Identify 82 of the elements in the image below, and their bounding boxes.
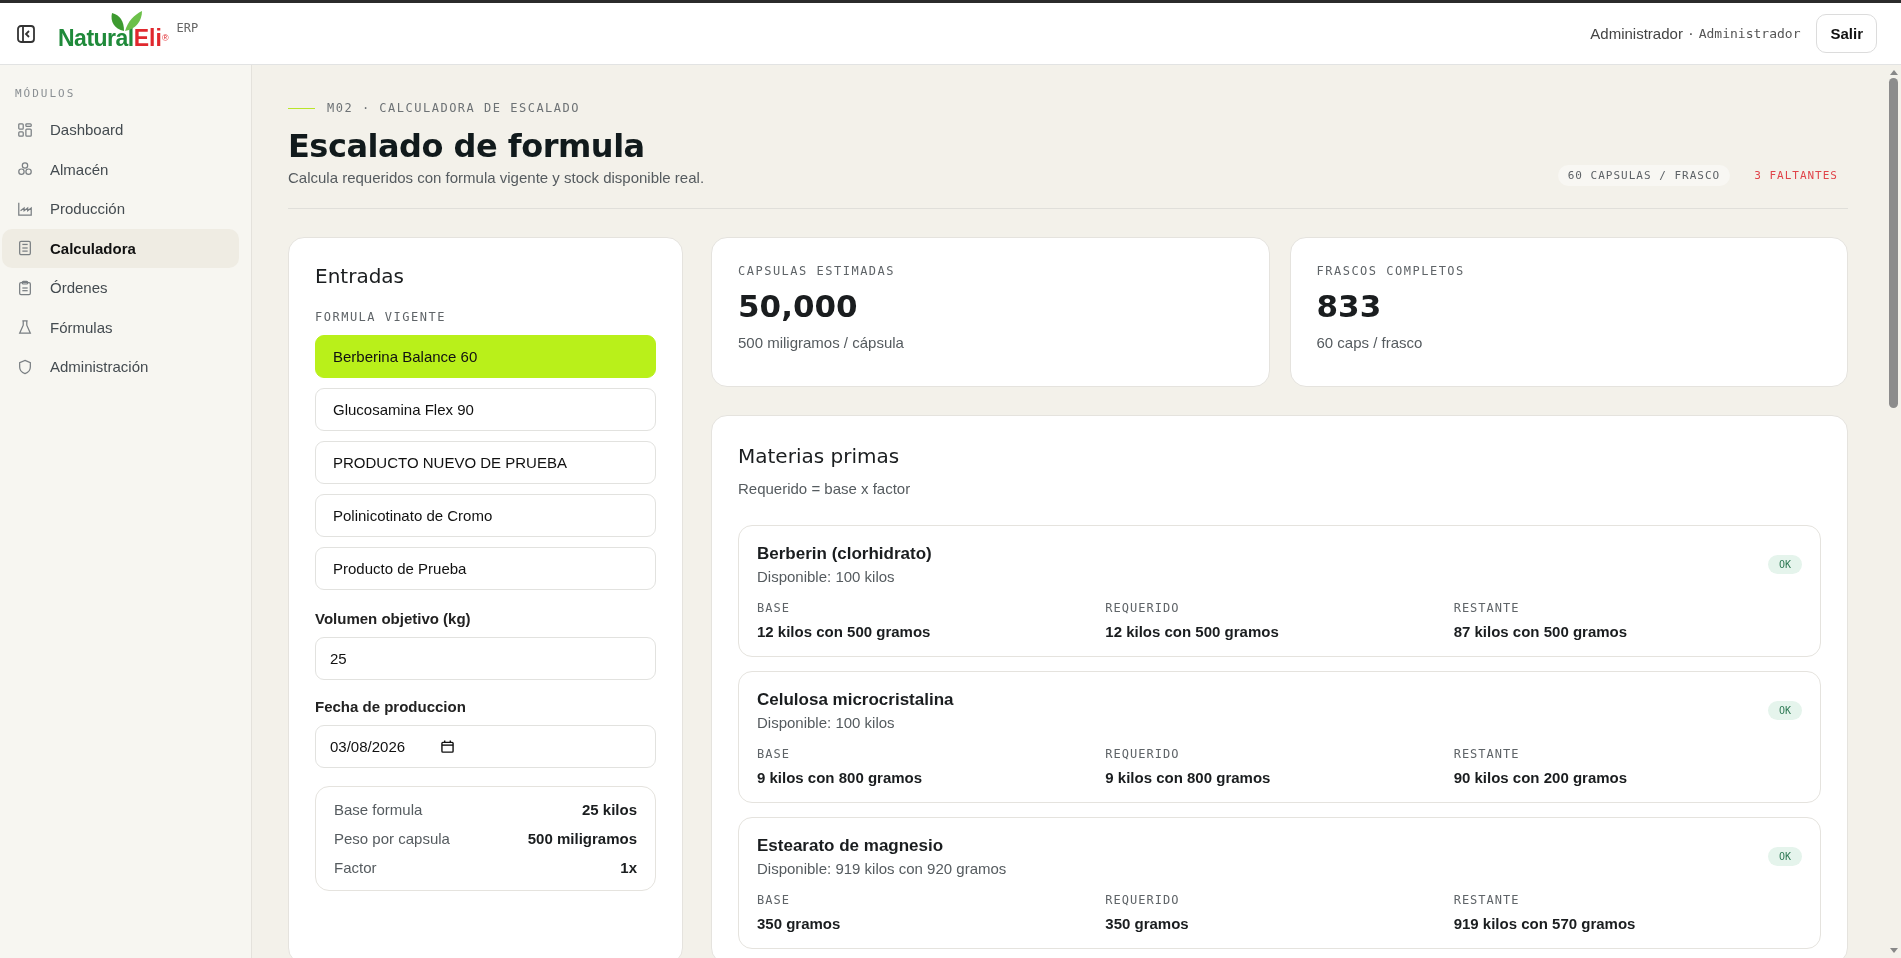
nav-item[interactable]: Almacén: [2, 149, 239, 189]
user-role: Administrador: [1698, 26, 1801, 41]
column-value: 12 kilos con 500 gramos: [1105, 623, 1280, 640]
info-tag: 60 CAPSULAS / FRASCO: [1557, 165, 1731, 186]
summary-label: Peso por capsula: [334, 830, 450, 847]
nav-item[interactable]: Órdenes: [2, 268, 239, 308]
boxes-icon: [17, 161, 33, 178]
material-name: Estearato de magnesio: [757, 836, 945, 856]
column-label: RESTANTE: [1453, 747, 1521, 761]
column-value: 9 kilos con 800 gramos: [757, 769, 924, 786]
nav-item[interactable]: Producción: [2, 189, 239, 229]
column-value: 90 kilos con 200 gramos: [1453, 769, 1629, 786]
status-badge: OK: [1767, 555, 1802, 574]
column-value: 350 gramos: [1105, 915, 1190, 932]
grid-icon: [17, 121, 33, 138]
column-value: 9 kilos con 800 gramos: [1105, 769, 1272, 786]
nav-item[interactable]: Administración: [2, 347, 239, 387]
column-label: REQUERIDO: [1105, 893, 1181, 907]
column-label: BASE: [757, 601, 791, 615]
summary-label: Factor: [334, 859, 377, 876]
formula-option[interactable]: Producto de Prueba: [315, 547, 656, 590]
date-input[interactable]: 03/08/2026: [315, 725, 656, 768]
flask-icon: [17, 319, 33, 336]
summary-value: 25 kilos: [581, 801, 637, 818]
scroll-up-icon[interactable]: [1889, 70, 1898, 75]
column-value: 12 kilos con 500 gramos: [757, 623, 932, 640]
user-name: Administrador: [1590, 25, 1683, 42]
material-name: Berberin (clorhidrato): [757, 544, 932, 564]
status-badge: OK: [1767, 701, 1802, 720]
summary-label: Base formula: [334, 801, 423, 818]
scroll-thumb[interactable]: [1889, 78, 1898, 408]
card-subtitle: Requerido = base x factor: [738, 480, 912, 497]
page-subtitle: Calcula requeridos con formula vigente y stock disponible real.: [288, 169, 705, 186]
column-label: RESTANTE: [1453, 601, 1521, 615]
separator: ·: [1686, 26, 1695, 41]
nav-item[interactable]: Calculadora: [2, 228, 239, 268]
stat-label: CAPSULAS ESTIMADAS: [738, 264, 897, 278]
stat-note: 60 caps / frasco: [1316, 334, 1424, 351]
material-availability: Disponible: 919 kilos con 920 gramos: [757, 860, 1007, 877]
formula-option[interactable]: PRODUCTO NUEVO DE PRUEBA: [315, 441, 656, 484]
formula-option[interactable]: Berberina Balance 60: [315, 335, 656, 378]
nav-item[interactable]: Fórmulas: [2, 307, 239, 347]
column-label: BASE: [757, 893, 791, 907]
nav-item[interactable]: Dashboard: [2, 110, 239, 150]
clipboard-icon: [17, 279, 33, 296]
breadcrumb: M02 · CALCULADORA DE ESCALADO: [327, 101, 580, 115]
column-label: RESTANTE: [1453, 893, 1521, 907]
column-value: 87 kilos con 500 gramos: [1453, 623, 1629, 640]
material-availability: Disponible: 100 kilos: [757, 568, 896, 585]
material-name: Celulosa microcristalina: [757, 690, 954, 710]
column-value: 919 kilos con 570 gramos: [1453, 915, 1637, 932]
summary-value: 1x: [620, 859, 637, 876]
summary-value: 500 miligramos: [527, 830, 637, 847]
calendar-icon[interactable]: [441, 740, 454, 753]
logout-button[interactable]: Salir: [1816, 14, 1877, 53]
factory-icon: [17, 200, 33, 217]
section-heading: MÓDULOS: [14, 87, 77, 102]
field-label: Volumen objetivo (kg): [315, 610, 472, 627]
card-title: Materias primas: [738, 444, 901, 468]
card-title: Entradas: [315, 264, 405, 288]
status-badge: OK: [1767, 847, 1802, 866]
info-tag: 3 FALTANTES: [1744, 165, 1848, 186]
calculator-icon: [17, 240, 33, 257]
material-availability: Disponible: 100 kilos: [757, 714, 896, 731]
column-value: 350 gramos: [757, 915, 842, 932]
column-label: REQUERIDO: [1105, 601, 1181, 615]
volume-input[interactable]: 25: [315, 637, 656, 680]
page-title: Escalado de formula: [288, 127, 646, 165]
column-label: REQUERIDO: [1105, 747, 1181, 761]
column-label: BASE: [757, 747, 791, 761]
stat-note: 500 miligramos / cápsula: [738, 334, 905, 351]
formula-option[interactable]: Polinicotinato de Cromo: [315, 494, 656, 537]
stat-value: 50,000: [738, 288, 859, 324]
stat-label: FRASCOS COMPLETOS: [1316, 264, 1466, 278]
stat-value: 833: [1316, 288, 1383, 324]
formula-option[interactable]: Glucosamina Flex 90: [315, 388, 656, 431]
app-suffix: ERP: [176, 20, 199, 35]
shield-icon: [17, 358, 33, 375]
field-label: FORMULA VIGENTE: [315, 310, 447, 324]
sidebar-toggle-icon[interactable]: [16, 23, 36, 44]
field-label: Fecha de produccion: [315, 698, 467, 715]
scroll-down-icon[interactable]: [1889, 948, 1898, 953]
